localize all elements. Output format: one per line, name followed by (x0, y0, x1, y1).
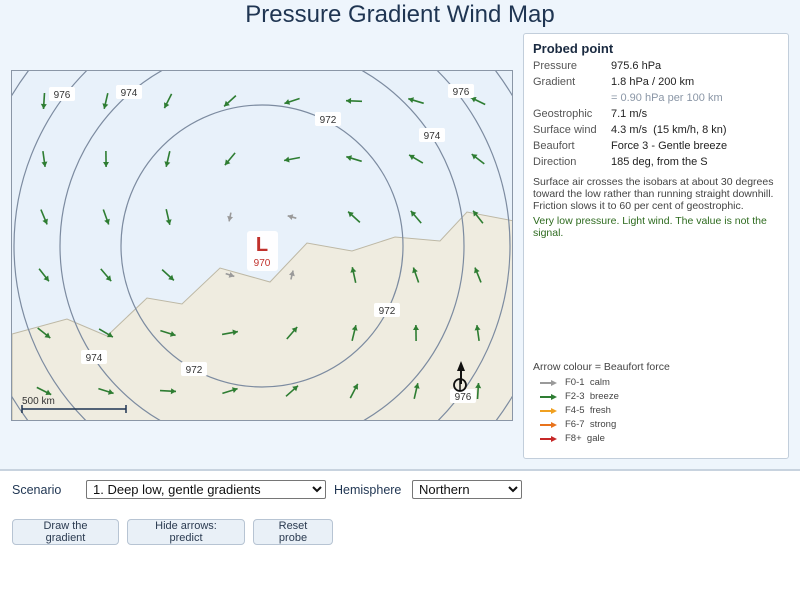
legend-title: Arrow colour = Beaufort force (533, 361, 670, 373)
legend-item-breeze: F2-3 breeze (539, 391, 739, 403)
probe-value: 185 deg, from the S (611, 156, 708, 168)
isobar-label-text: 976 (54, 90, 71, 101)
legend-code: F6-7 (565, 419, 585, 430)
wind-arrow-head (227, 215, 233, 222)
scenario-select[interactable]: 1. Deep low, gentle gradients (86, 480, 326, 499)
legend-name: fresh (589, 405, 611, 416)
isobar-label: 972 (374, 303, 400, 317)
probe-row-geostrophic: Geostrophic 7.1 m/s (533, 108, 783, 122)
legend-name: strong (589, 419, 617, 430)
wind-arrow-head (287, 214, 294, 220)
legend-item-gale: F8+ gale (539, 433, 739, 445)
probe-row-direction: Direction 185 deg, from the S (533, 156, 783, 170)
legend-code: F2-3 (565, 391, 585, 402)
low-symbol: L (256, 234, 268, 256)
hemisphere-label: Hemisphere (334, 483, 402, 497)
legend-code: F8+ (565, 433, 582, 444)
arrow-icon (540, 422, 557, 428)
hide-arrows-button[interactable]: Hide arrows: predict (127, 519, 245, 545)
probe-key: Direction (533, 156, 577, 168)
reset-probe-button[interactable]: Reset probe (253, 519, 333, 545)
isobar-label-text: 974 (424, 131, 441, 142)
legend-label: F0-1 calm (565, 377, 610, 388)
probe-value: 975.6 hPa (611, 60, 662, 72)
legend-code: F4-5 (565, 405, 585, 416)
probe-value: = 0.90 hPa per 100 km (611, 92, 723, 104)
wind-map[interactable]: 976 974 972 974 976 972 974 972 976 L 97… (11, 70, 513, 421)
probe-key: Beaufort (533, 140, 575, 152)
probe-row-gradient: Gradient 1.8 hPa / 200 km (533, 76, 783, 90)
low-pressure-marker: L 970 (247, 231, 278, 271)
probe-title: Probed point (533, 41, 614, 56)
wind-arrow-head (102, 103, 109, 109)
isobar-label: 974 (419, 128, 445, 142)
arrow-icon (540, 408, 557, 414)
isobar-label: 972 (181, 362, 207, 376)
probe-key: Gradient (533, 76, 576, 88)
probe-value: 7.1 m/s (611, 108, 648, 120)
probe-row-beaufort: Beaufort Force 3 - Gentle breeze (533, 140, 783, 154)
legend-label: F8+ gale (565, 433, 605, 444)
wind-arrow-head (40, 103, 47, 109)
legend-code: F0-1 (565, 377, 585, 388)
isobar-label: 972 (315, 112, 341, 126)
wind-arrow-head (164, 161, 171, 167)
probe-row-surface-wind: Surface wind 4.3 m/s (15 km/h, 8 kn) (533, 124, 783, 138)
isobar-label-text: 976 (455, 392, 472, 403)
arrow-icon (540, 394, 557, 400)
scenario-label: Scenario (12, 483, 62, 497)
isobar-label: 976 (448, 84, 474, 98)
probe-key: Pressure (533, 60, 578, 72)
legend-label: F6-7 strong (565, 419, 616, 430)
probe-row-pressure: Pressure 975.6 hPa (533, 60, 783, 74)
draw-gradient-button[interactable]: Draw the gradient (12, 519, 119, 545)
isobar-label-text: 974 (121, 88, 138, 99)
arrow-icon (540, 380, 557, 386)
isobar-label: 976 (49, 87, 75, 101)
isobar-label-text: 976 (453, 87, 470, 98)
arrow-icon (540, 436, 557, 442)
probe-value: 4.3 m/s (15 km/h, 8 kn) (611, 124, 727, 136)
legend-name: breeze (589, 391, 619, 402)
hemisphere-select[interactable]: Northern (412, 480, 522, 499)
probe-key: Surface wind (533, 124, 597, 136)
scale-label: 500 km (22, 396, 55, 407)
probe-explanation: Surface air crosses the isobars at about… (533, 176, 774, 212)
probe-value: 1.8 hPa / 200 km (611, 76, 695, 88)
legend-item-fresh: F4-5 fresh (539, 405, 739, 417)
probe-key: Geostrophic (533, 108, 593, 120)
isobar-label: 974 (116, 85, 142, 99)
legend-label: F2-3 breeze (565, 391, 619, 402)
isobar-label-text: 972 (320, 115, 337, 126)
isobar-label-text: 974 (86, 353, 103, 364)
legend-name: gale (586, 433, 605, 444)
page-title: Pressure Gradient Wind Map (245, 1, 555, 28)
wind-arrow-head (165, 219, 172, 225)
legend-label: F4-5 fresh (565, 405, 611, 416)
wind-arrow-head (346, 97, 352, 104)
probe-row-gradient-per-100km: = 0.90 hPa per 100 km (533, 92, 783, 106)
isobar-label-text: 972 (379, 306, 396, 317)
probe-value: Force 3 - Gentle breeze (611, 140, 728, 152)
legend-item-strong: F6-7 strong (539, 419, 739, 431)
probe-note: Very low pressure. Light wind. The value… (533, 215, 767, 239)
probe-panel: Probed point Pressure 975.6 hPa Gradient… (523, 33, 789, 459)
isobar-label: 974 (81, 350, 107, 364)
low-value: 970 (254, 258, 271, 269)
isobar-label-text: 972 (186, 365, 203, 376)
map-canvas[interactable]: 976 974 972 974 976 972 974 972 976 L 97… (12, 71, 513, 421)
divider (0, 469, 800, 471)
wind-arrow-head (103, 162, 109, 167)
legend-item-calm: F0-1 calm (539, 377, 739, 389)
legend-name: calm (589, 377, 610, 388)
